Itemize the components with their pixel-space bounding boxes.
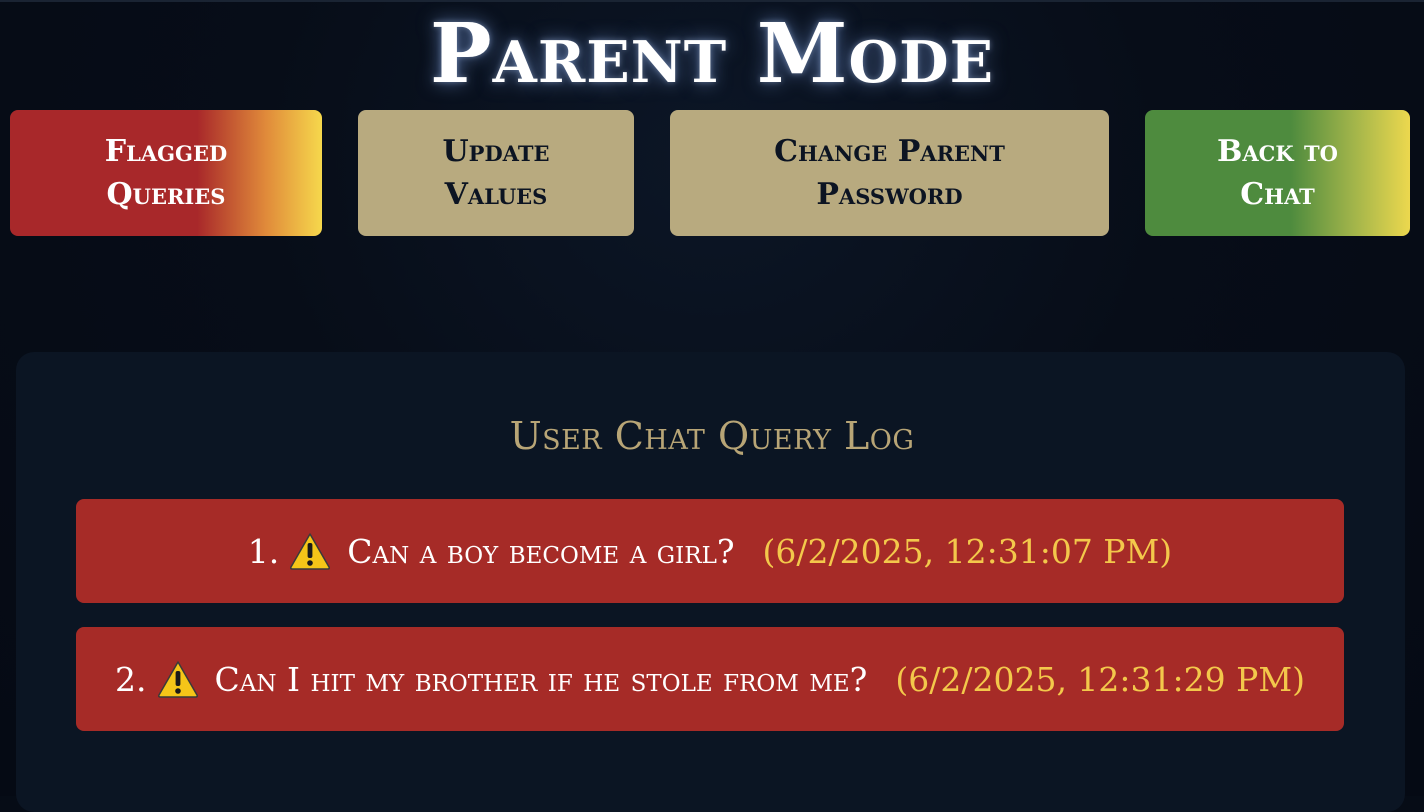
query-log-heading: User Chat Query Log <box>509 414 915 458</box>
change-parent-password-button[interactable]: Change Parent Password <box>670 110 1109 236</box>
update-values-label-line2: Values <box>444 177 548 212</box>
change-password-label-line2: Password <box>816 177 963 212</box>
warning-icon <box>157 661 198 698</box>
update-values-label-line1: Update <box>442 134 550 169</box>
flagged-queries-label-line2: Queries <box>106 177 226 212</box>
page-title: Parent Mode <box>429 6 995 102</box>
back-to-chat-label-line2: Chat <box>1240 177 1315 212</box>
entry-query-text: Can a boy become a girl? <box>347 531 735 571</box>
entry-timestamp: (6/2/2025, 12:31:07 PM) <box>762 531 1173 571</box>
entry-query-text: Can I hit my brother if he stole from me… <box>214 659 868 699</box>
query-log-entry: 2. Can I hit my brother if he stole from… <box>76 627 1344 731</box>
flagged-queries-label-line1: Flagged <box>104 134 228 169</box>
flagged-queries-button[interactable]: Flagged Queries <box>10 110 322 236</box>
change-password-label-line1: Change Parent <box>774 134 1005 169</box>
query-log-entry: 1. Can a boy become a girl? (6/2/2025, 1… <box>76 499 1344 603</box>
warning-icon <box>290 533 331 570</box>
back-to-chat-button[interactable]: Back to Chat <box>1145 110 1410 236</box>
entry-timestamp: (6/2/2025, 12:31:29 PM) <box>895 659 1305 699</box>
top-border <box>0 0 1424 2</box>
update-values-button[interactable]: Update Values <box>358 110 634 236</box>
entry-number: 2. <box>115 659 147 699</box>
back-to-chat-label-line1: Back to <box>1217 134 1338 169</box>
entry-number: 1. <box>247 531 280 571</box>
